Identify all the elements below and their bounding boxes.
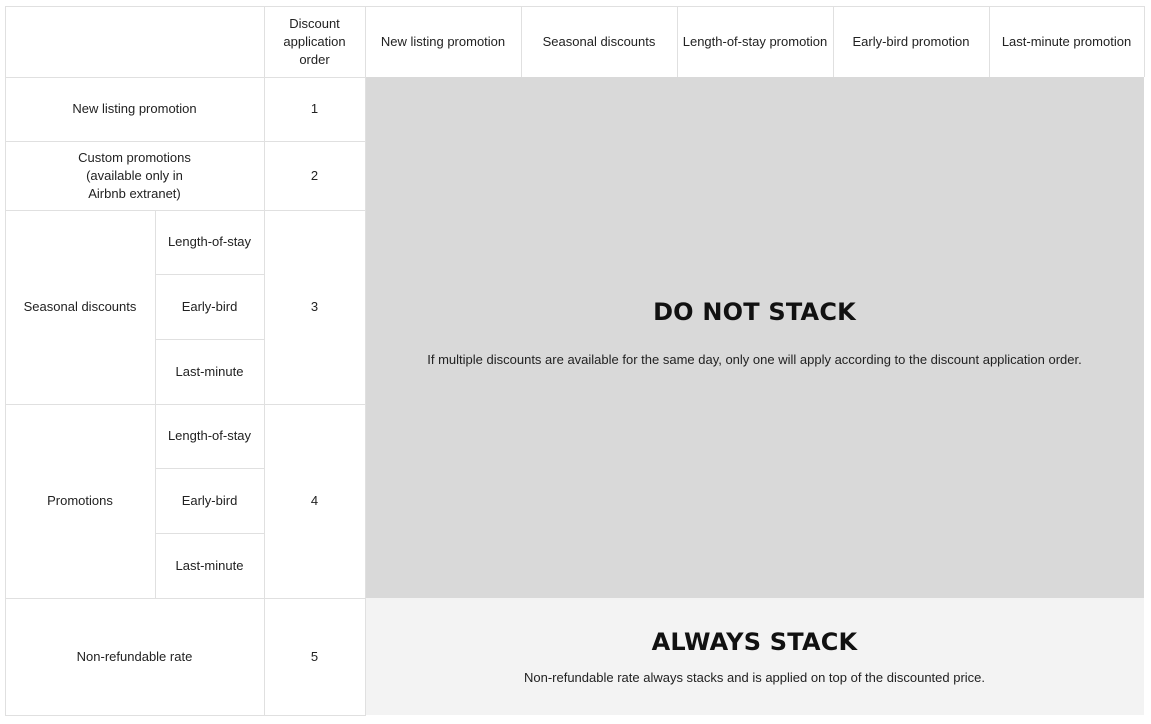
header-empty-cell [5,7,264,77]
always-stack-title: ALWAYS STACK [651,628,858,656]
row-sub-promotions-last-minute: Last-minute [155,533,264,598]
row-label-promotions: Promotions [5,404,155,598]
grid-line [365,6,366,716]
grid-line [155,274,264,275]
row-sub-promotions-early-bird: Early-bird [155,468,264,533]
grid-line [264,6,265,716]
row-sub-seasonal-early-bird: Early-bird [155,274,264,339]
row-order-new-listing: 1 [264,77,365,141]
do-not-stack-text: If multiple discounts are available for … [427,352,1082,367]
header-column-last-minute: Last-minute promotion [989,7,1144,77]
grid-line [5,598,365,599]
row-label-custom-promotions: Custom promotions (available only in Air… [5,141,264,210]
row-order-non-refundable: 5 [264,598,365,715]
row-label-non-refundable: Non-refundable rate [5,598,264,715]
discount-stacking-table: Discount application order New listing p… [0,0,1151,724]
row-sub-seasonal-last-minute: Last-minute [155,339,264,404]
do-not-stack-title: DO NOT STACK [653,298,856,326]
grid-line [5,404,365,405]
row-label-new-listing: New listing promotion [5,77,264,141]
grid-line [155,468,264,469]
grid-line [155,339,264,340]
row-order-custom-promotions: 2 [264,141,365,210]
grid-line [5,210,365,211]
header-column-seasonal: Seasonal discounts [521,7,677,77]
row-sub-seasonal-length-of-stay: Length-of-stay [155,210,264,274]
row-sub-promotions-length-of-stay: Length-of-stay [155,404,264,468]
grid-line [833,6,834,77]
grid-line [1144,6,1145,77]
always-stack-block: ALWAYS STACK Non-refundable rate always … [365,598,1144,715]
grid-line [5,715,365,716]
row-order-promotions: 4 [264,404,365,598]
row-label-seasonal-discounts: Seasonal discounts [5,210,155,404]
grid-line [5,6,1145,7]
always-stack-text: Non-refundable rate always stacks and is… [523,670,986,685]
grid-line [155,533,264,534]
header-order-column: Discount application order [264,7,365,77]
header-column-length-of-stay: Length-of-stay promotion [677,7,833,77]
grid-line [5,6,6,716]
grid-line [989,6,990,77]
grid-line [521,6,522,77]
grid-line [5,77,365,78]
header-column-new-listing: New listing promotion [365,7,521,77]
grid-line [155,210,156,598]
grid-line [677,6,678,77]
header-column-early-bird: Early-bird promotion [833,7,989,77]
grid-line [5,141,365,142]
do-not-stack-block: DO NOT STACK If multiple discounts are a… [365,77,1144,598]
row-order-seasonal-discounts: 3 [264,210,365,404]
